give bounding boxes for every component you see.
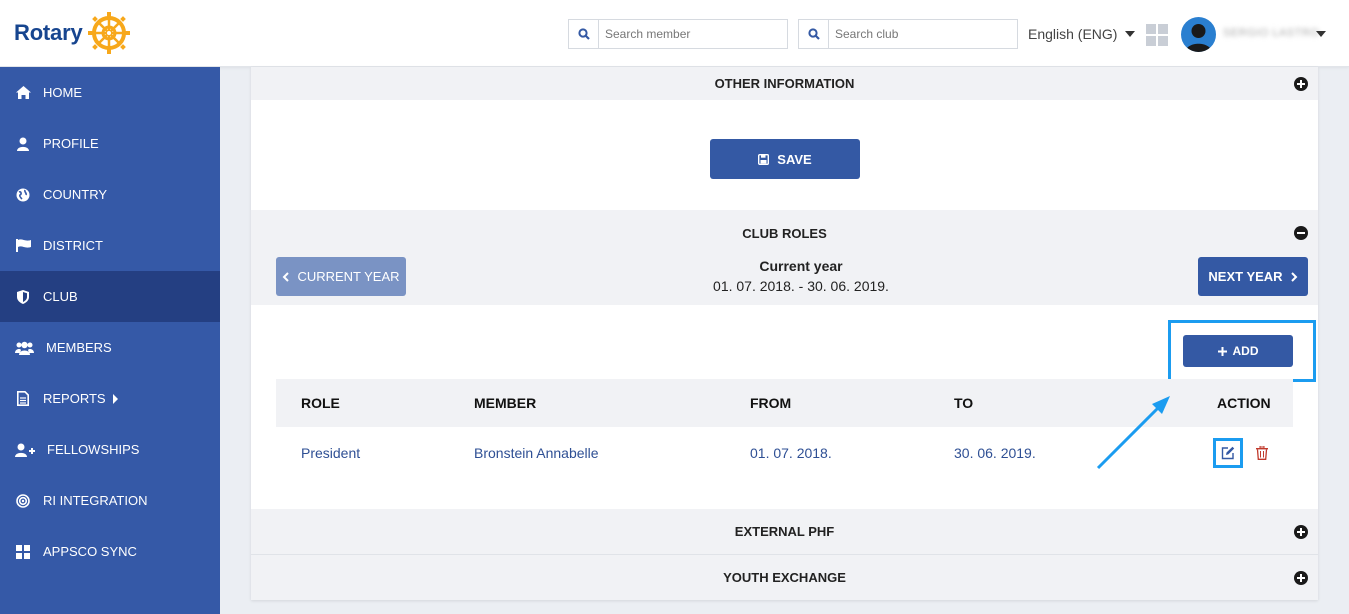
section-title: EXTERNAL PHF [734,524,835,539]
club-edit-panel: OTHER INFORMATION SAVE CLUB ROLES CURREN… [251,67,1318,600]
sidebar-item-home[interactable]: HOME [0,67,220,118]
column-header-to: TO [954,395,974,411]
year-range: 01. 07. 2018. - 30. 06. 2019. [713,278,889,294]
sidebar-item-label: PROFILE [43,136,99,151]
sidebar-item-appsco-sync[interactable]: APPSCO SYNC [0,526,220,577]
chevron-down-icon [1125,31,1136,37]
section-external-phf[interactable]: EXTERNAL PHF [251,509,1318,554]
apps-grid-icon[interactable] [1146,24,1168,46]
plus-circle-icon[interactable] [1294,76,1308,91]
sidebar-item-label: CLUB [43,289,78,304]
minus-circle-icon[interactable] [1294,226,1308,240]
sidebar-item-label: MEMBERS [46,340,112,355]
section-title: CLUB ROLES [742,225,827,241]
user-name[interactable]: SERGIO LASTRO [1223,27,1319,39]
add-button-highlight [1168,320,1316,382]
search-member-box [568,19,788,49]
sidebar-item-club[interactable]: CLUB [0,271,220,322]
shield-icon [15,289,31,305]
member-cell[interactable]: Bronstein Annabelle [474,445,599,461]
chevron-right-icon [1290,271,1297,282]
next-year-label: NEXT YEAR [1208,269,1283,284]
role-cell: President [301,445,361,461]
column-header-member: MEMBER [474,395,537,411]
chevron-right-icon [112,393,118,404]
sidebar-item-label: HOME [43,85,82,100]
floppy-disk-icon [758,153,770,165]
sidebar-item-fellowships[interactable]: FELLOWSHIPS [0,424,220,475]
language-label: English (ENG) [1028,26,1118,42]
avatar[interactable] [1181,17,1216,52]
logo-text: Rotary [14,20,83,45]
sidebar-item-label: RI INTEGRATION [43,493,148,508]
user-plus-icon [15,442,35,458]
sidebar-item-label: FELLOWSHIPS [47,442,140,457]
search-member-input[interactable] [599,21,779,47]
section-title: YOUTH EXCHANGE [723,570,846,585]
user-icon [15,136,31,152]
current-year-button[interactable]: CURRENT YEAR [276,257,406,296]
save-label: SAVE [777,151,812,167]
document-icon [15,391,31,407]
sidebar-item-label: COUNTRY [43,187,108,202]
language-selector[interactable]: English (ENG) [1028,26,1136,42]
edit-icon [1221,446,1235,460]
save-button[interactable]: SAVE [710,139,860,179]
sidebar-item-reports[interactable]: REPORTS [0,373,220,424]
search-club-input[interactable] [829,21,1009,47]
rotary-wheel-icon [87,12,130,54]
from-cell: 01. 07. 2018. [750,445,832,461]
section-title: OTHER INFORMATION [714,76,855,91]
search-club-box [798,19,1018,49]
sidebar-item-label: REPORTS [43,391,106,406]
search-icon[interactable] [799,20,829,48]
next-year-button[interactable]: NEXT YEAR [1198,257,1308,296]
sidebar-item-profile[interactable]: PROFILE [0,118,220,169]
section-other-information[interactable]: OTHER INFORMATION [251,67,1318,100]
sidebar-item-label: APPSCO SYNC [43,544,137,559]
column-header-from: FROM [750,395,792,411]
globe-icon [15,187,31,203]
year-info: Current year 01. 07. 2018. - 30. 06. 201… [671,258,931,294]
users-icon [15,340,34,356]
column-header-role: ROLE [301,395,340,411]
trash-icon [1256,446,1268,460]
section-club-roles[interactable]: CLUB ROLES [251,210,1318,256]
plus-circle-icon[interactable] [1294,570,1308,585]
chevron-down-icon[interactable] [1316,31,1326,37]
column-header-action: ACTION [1217,395,1271,411]
user-silhouette-icon [1185,24,1212,52]
sidebar-item-members[interactable]: MEMBERS [0,322,220,373]
grid-icon [15,544,31,560]
edit-button[interactable] [1213,438,1243,468]
sidebar-item-district[interactable]: DISTRICT [0,220,220,271]
home-icon [15,85,31,101]
target-icon [15,493,31,509]
top-bar: Rotary Search member Search club English… [0,0,1349,67]
annotation-arrow [1096,396,1170,470]
delete-button[interactable] [1255,445,1269,461]
flag-icon [15,238,31,254]
year-title: Current year [759,258,843,274]
current-year-label: CURRENT YEAR [297,269,400,284]
sidebar-item-country[interactable]: COUNTRY [0,169,220,220]
search-icon[interactable] [569,20,599,48]
chevron-left-icon [283,271,290,282]
rotary-logo[interactable]: Rotary [14,10,131,56]
sidebar-item-ri-integration[interactable]: RI INTEGRATION [0,475,220,526]
to-cell: 30. 06. 2019. [954,445,1036,461]
plus-circle-icon[interactable] [1294,524,1308,539]
section-youth-exchange[interactable]: YOUTH EXCHANGE [251,555,1318,600]
sidebar: HOME PROFILE COUNTRY DISTRICT CLUB MEMBE… [0,67,220,614]
sidebar-item-label: DISTRICT [43,238,103,253]
